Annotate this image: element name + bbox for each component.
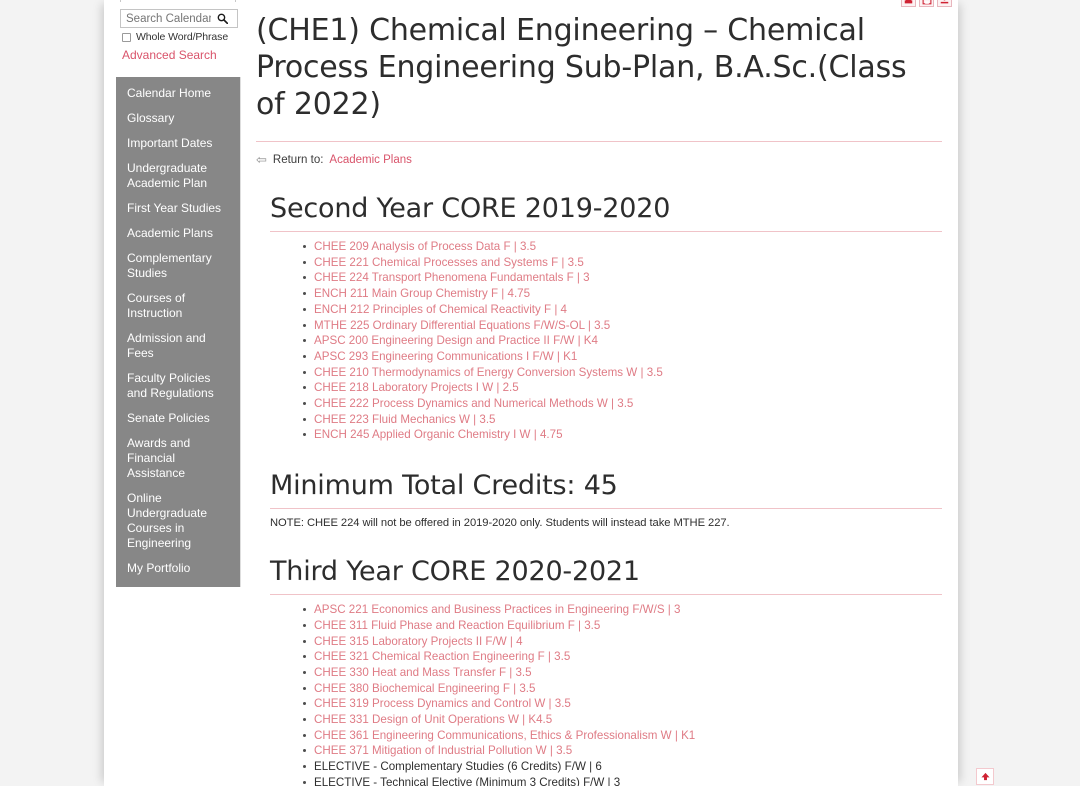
search-input[interactable] [121,10,213,27]
course-item[interactable]: CHEE 319 Process Dynamics and Control W … [303,696,956,712]
whole-word-label: Whole Word/Phrase [136,31,229,43]
help-info-icon[interactable] [937,0,952,7]
share-icon[interactable] [919,0,934,7]
sidebar-item-complementary-studies[interactable]: Complementary Studies [116,246,240,286]
section-divider [270,508,942,510]
course-item[interactable]: CHEE 209 Analysis of Process Data F | 3.… [303,239,956,255]
section-heading-third-year: Third Year CORE 2020-2021 [270,556,640,588]
advanced-search-link[interactable]: Advanced Search [122,48,217,62]
sidebar-item-important-dates[interactable]: Important Dates [116,131,240,156]
section-heading-minimum-total-credits: Minimum Total Credits: 45 [270,470,618,502]
sidebar-nav: Calendar Home Glossary Important Dates U… [116,77,241,587]
sidebar-item-awards-and-financial-assistance[interactable]: Awards and Financial Assistance [116,431,240,486]
course-item[interactable]: APSC 221 Economics and Business Practice… [303,602,956,618]
course-item[interactable]: CHEE 210 Thermodynamics of Energy Conver… [303,365,956,381]
note-text: NOTE: CHEE 224 will not be offered in 20… [270,517,730,530]
sidebar-item-my-portfolio[interactable]: My Portfolio [116,556,240,581]
return-to-link[interactable]: Academic Plans [329,154,411,166]
sidebar-item-admission-and-fees[interactable]: Admission and Fees [116,326,240,366]
elective-item: ELECTIVE - Technical Elective (Minimum 3… [303,775,956,786]
page-title: (CHE1) Chemical Engineering – Chemical P… [256,13,907,122]
course-item[interactable]: CHEE 311 Fluid Phase and Reaction Equili… [303,618,956,634]
course-item[interactable]: APSC 200 Engineering Design and Practice… [303,333,956,349]
back-arrow-icon: ⇦ [256,152,267,167]
back-to-top-icon [980,772,990,781]
sidebar-item-academic-plans[interactable]: Academic Plans [116,221,240,246]
course-list-second-year: CHEE 209 Analysis of Process Data F | 3.… [256,239,956,443]
sidebar-item-senate-policies[interactable]: Senate Policies [116,406,240,431]
sidebar-item-courses-of-instruction[interactable]: Courses of Instruction [116,286,240,326]
search-panel-stub [120,0,236,2]
course-item[interactable]: CHEE 218 Laboratory Projects I W | 2.5 [303,380,956,396]
back-to-top-button[interactable] [976,768,994,785]
section-divider [270,231,942,232]
whole-word-phrase-option[interactable]: Whole Word/Phrase [122,31,228,43]
sidebar-item-online-undergraduate-courses-in-engineering[interactable]: Online Undergraduate Courses in Engineer… [116,486,240,556]
course-list-third-year: APSC 221 Economics and Business Practice… [256,602,956,786]
return-to-label: Return to: [272,153,324,166]
course-item[interactable]: APSC 293 Engineering Communications I F/… [303,349,956,365]
course-item[interactable]: CHEE 221 Chemical Processes and Systems … [303,255,956,271]
course-item[interactable]: CHEE 371 Mitigation of Industrial Pollut… [303,743,956,759]
sidebar-item-calendar-home[interactable]: Calendar Home [116,81,240,106]
course-item[interactable]: CHEE 321 Chemical Reaction Engineering F… [303,649,956,665]
main-content: (CHE1) Chemical Engineering – Chemical P… [256,0,956,786]
course-item[interactable]: CHEE 222 Process Dynamics and Numerical … [303,396,956,412]
section-heading-second-year: Second Year CORE 2019-2020 [270,193,671,224]
sidebar-item-glossary[interactable]: Glossary [116,106,240,131]
sidebar-item-first-year-studies[interactable]: First Year Studies [116,196,240,221]
page-content-container: Whole Word/Phrase Advanced Search Calend… [104,0,958,786]
course-item[interactable]: CHEE 361 Engineering Communications, Eth… [303,728,956,744]
print-icon[interactable] [901,0,916,7]
page-action-icons [901,0,952,7]
course-item[interactable]: CHEE 224 Transport Phenomena Fundamental… [303,270,956,286]
course-item[interactable]: ENCH 212 Principles of Chemical Reactivi… [303,302,956,318]
sidebar-item-faculty-policies-and-regulations[interactable]: Faculty Policies and Regulations [116,366,240,406]
whole-word-checkbox[interactable] [122,32,131,42]
course-item[interactable]: ENCH 245 Applied Organic Chemistry I W |… [303,427,956,443]
sidebar-item-undergraduate-academic-plan[interactable]: Undergraduate Academic Plan [116,156,240,196]
course-item[interactable]: CHEE 331 Design of Unit Operations W | K… [303,712,956,728]
course-item[interactable]: MTHE 225 Ordinary Differential Equations… [303,318,956,334]
course-item[interactable]: ENCH 211 Main Group Chemistry F | 4.75 [303,286,956,302]
title-divider [256,141,942,142]
browser-page: Whole Word/Phrase Advanced Search Calend… [0,0,1080,786]
elective-item: ELECTIVE - Complementary Studies (6 Cred… [303,759,956,775]
search-box[interactable] [120,9,238,28]
course-item[interactable]: CHEE 380 Biochemical Engineering F | 3.5 [303,681,956,697]
course-item[interactable]: CHEE 315 Laboratory Projects II F/W | 4 [303,634,956,650]
section-divider [270,594,942,596]
return-to-breadcrumb: ⇦ Return to: Academic Plans [256,153,956,166]
course-item[interactable]: CHEE 330 Heat and Mass Transfer F | 3.5 [303,665,956,681]
course-item[interactable]: CHEE 223 Fluid Mechanics W | 3.5 [303,412,956,428]
search-icon[interactable] [213,13,231,24]
